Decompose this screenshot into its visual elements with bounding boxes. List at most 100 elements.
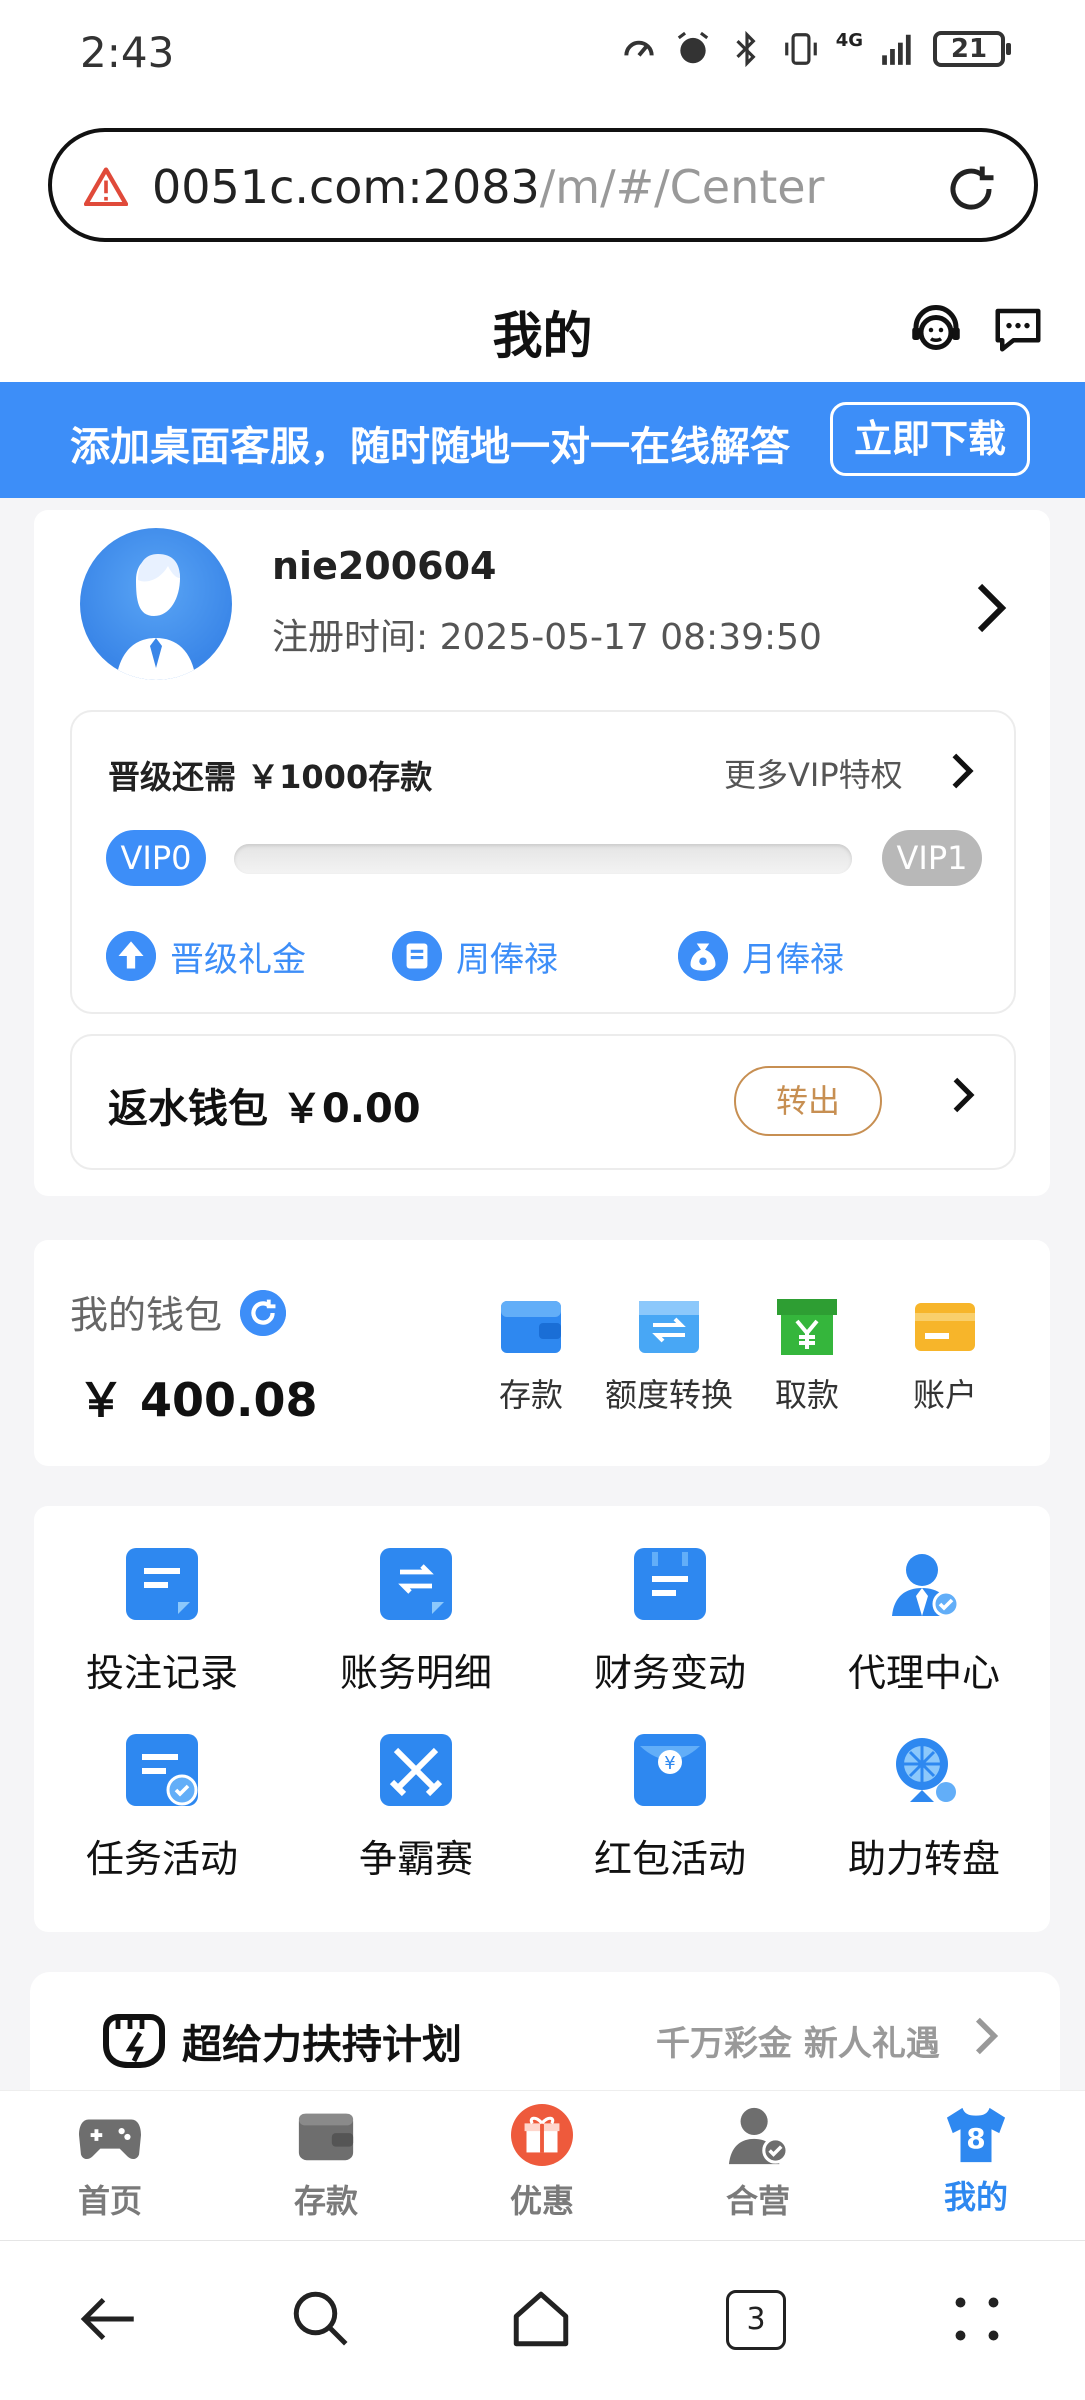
- tab-promotions[interactable]: 优惠: [472, 2104, 612, 2222]
- document-circle-icon: [392, 931, 442, 981]
- vip-current-badge: VIP0: [106, 830, 206, 886]
- support-plan-subtitle: 千万彩金 新人礼遇: [656, 2024, 940, 2064]
- transfer-out-button[interactable]: 转出: [734, 1066, 882, 1136]
- ledger-icon: [380, 1548, 452, 1620]
- wallet-action-account[interactable]: 账户: [870, 1296, 1020, 1416]
- status-bar: 2:43 4G 21: [0, 0, 1085, 110]
- home-icon[interactable]: [508, 2286, 574, 2352]
- signal-icon: [882, 34, 911, 65]
- bluetooth-icon: [736, 30, 756, 68]
- tab-label: 我的: [943, 2178, 1008, 2216]
- chevron-right-icon[interactable]: [974, 2016, 1000, 2056]
- registration-time: 注册时间: 2025-05-17 08:39:50: [272, 608, 822, 660]
- refresh-icon[interactable]: [240, 1290, 286, 1336]
- wallet-action-transfer[interactable]: 额度转换: [594, 1296, 744, 1416]
- menu-label: 助力转盘: [847, 1837, 1000, 1881]
- card-icon: [915, 1303, 975, 1351]
- avatar[interactable]: [80, 528, 232, 680]
- menu-bet-record[interactable]: 投注记录: [52, 1548, 272, 1697]
- withdraw-icon: [777, 1299, 837, 1355]
- tab-label: 首页: [77, 2182, 142, 2220]
- tab-label: 合营: [725, 2182, 790, 2220]
- status-time: 2:43: [80, 28, 175, 77]
- wallet-action-label: 存款: [498, 1376, 563, 1414]
- customer-service-icon[interactable]: [906, 300, 966, 360]
- chevron-right-icon[interactable]: [952, 1076, 976, 1114]
- gamepad-icon: [79, 2119, 141, 2160]
- username: nie200604: [272, 544, 497, 588]
- chevron-right-icon[interactable]: [950, 752, 976, 790]
- warning-icon[interactable]: [84, 166, 128, 206]
- wallet-action-label: 账户: [912, 1376, 977, 1414]
- status-icons: 4G 21: [620, 30, 1011, 68]
- swords-icon: [380, 1734, 452, 1806]
- vip-more-privileges-link[interactable]: 更多VIP特权: [724, 750, 903, 796]
- reload-icon[interactable]: [944, 162, 998, 216]
- tab-badge: 8: [966, 2122, 986, 2155]
- menu-red-packet[interactable]: ¥ 红包活动: [560, 1734, 780, 1883]
- tab-home[interactable]: 首页: [40, 2104, 180, 2222]
- more-menu-icon[interactable]: [944, 2286, 1010, 2352]
- vip-progress-bar: [234, 844, 852, 874]
- jersey-icon: 8: [943, 2104, 1009, 2166]
- svg-text:¥: ¥: [664, 1753, 675, 1774]
- download-banner: 添加桌面客服，随时随地一对一在线解答 立即下载: [0, 382, 1085, 498]
- finance-change-icon: [634, 1548, 706, 1620]
- vip-upgrade-requirement: 晋级还需 ￥1000存款: [108, 758, 433, 796]
- vip-next-badge: VIP1: [882, 830, 982, 886]
- menu-agent-center[interactable]: 代理中心: [814, 1548, 1034, 1697]
- wallet-action-label: 额度转换: [604, 1376, 733, 1414]
- search-icon[interactable]: [288, 2286, 354, 2352]
- perk-label: 晋级礼金: [170, 939, 306, 980]
- page-header: 我的: [0, 260, 1085, 382]
- bet-record-icon: [126, 1548, 198, 1620]
- tab-partnership[interactable]: 合营: [688, 2104, 828, 2222]
- agent-icon: [892, 1554, 960, 1618]
- menu-label: 任务活动: [85, 1837, 238, 1881]
- chevron-right-icon[interactable]: [974, 582, 1010, 634]
- wallet-action-label: 取款: [774, 1376, 839, 1414]
- perk-weekly-salary[interactable]: 周俸禄: [392, 928, 558, 984]
- wallet-action-withdraw[interactable]: 取款: [732, 1296, 882, 1416]
- support-plan-title: 超给力扶持计划: [182, 2022, 462, 2068]
- fist-icon: [103, 2014, 165, 2068]
- tabs-switcher-button[interactable]: 3: [726, 2290, 786, 2350]
- red-packet-icon: ¥: [634, 1734, 706, 1806]
- perk-label: 周俸禄: [456, 939, 558, 980]
- money-bag-icon: [678, 931, 728, 981]
- tab-deposit[interactable]: 存款: [256, 2104, 396, 2222]
- avatar-person-icon: [116, 554, 196, 680]
- menu-championship[interactable]: 争霸赛: [306, 1734, 526, 1883]
- download-button[interactable]: 立即下载: [830, 402, 1030, 476]
- url-host: 0051c.com:2083: [152, 160, 540, 214]
- message-icon[interactable]: [990, 302, 1046, 356]
- menu-label: 争霸赛: [358, 1837, 473, 1881]
- wallet-icon: [298, 2113, 354, 2161]
- registration-value: 2025-05-17 08:39:50: [439, 617, 822, 658]
- menu-label: 账务明细: [339, 1651, 492, 1695]
- menu-label: 投注记录: [85, 1651, 238, 1695]
- speed-icon: [624, 40, 654, 57]
- transfer-icon: [639, 1301, 699, 1353]
- network-label: 4G: [835, 30, 863, 51]
- perk-upgrade-bonus[interactable]: 晋级礼金: [106, 928, 306, 984]
- battery-indicator: 21: [933, 31, 1011, 67]
- menu-label: 红包活动: [593, 1837, 746, 1881]
- menu-ledger[interactable]: 账务明细: [306, 1548, 526, 1697]
- address-bar[interactable]: 0051c.com:2083/m/#/Center: [48, 128, 1038, 242]
- perk-monthly-salary[interactable]: 月俸禄: [678, 928, 844, 984]
- menu-lucky-wheel[interactable]: 助力转盘: [814, 1734, 1034, 1883]
- wallet-action-deposit[interactable]: 存款: [456, 1296, 606, 1416]
- wallet-balance: ￥ 400.08: [78, 1373, 318, 1427]
- back-icon[interactable]: [76, 2286, 142, 2352]
- arrow-up-circle-icon: [106, 931, 156, 981]
- url-path: /m/#/Center: [539, 160, 825, 214]
- rebate-wallet-label: 返水钱包 ￥0.00: [108, 1086, 421, 1132]
- tab-label: 优惠: [509, 2182, 574, 2220]
- tab-mine[interactable]: 8 我的: [906, 2104, 1046, 2218]
- url-text[interactable]: 0051c.com:2083/m/#/Center: [152, 160, 824, 214]
- menu-task-activity[interactable]: 任务活动: [52, 1734, 272, 1883]
- menu-label: 财务变动: [593, 1651, 746, 1695]
- vibrate-icon: [784, 33, 817, 65]
- menu-finance-change[interactable]: 财务变动: [560, 1548, 780, 1697]
